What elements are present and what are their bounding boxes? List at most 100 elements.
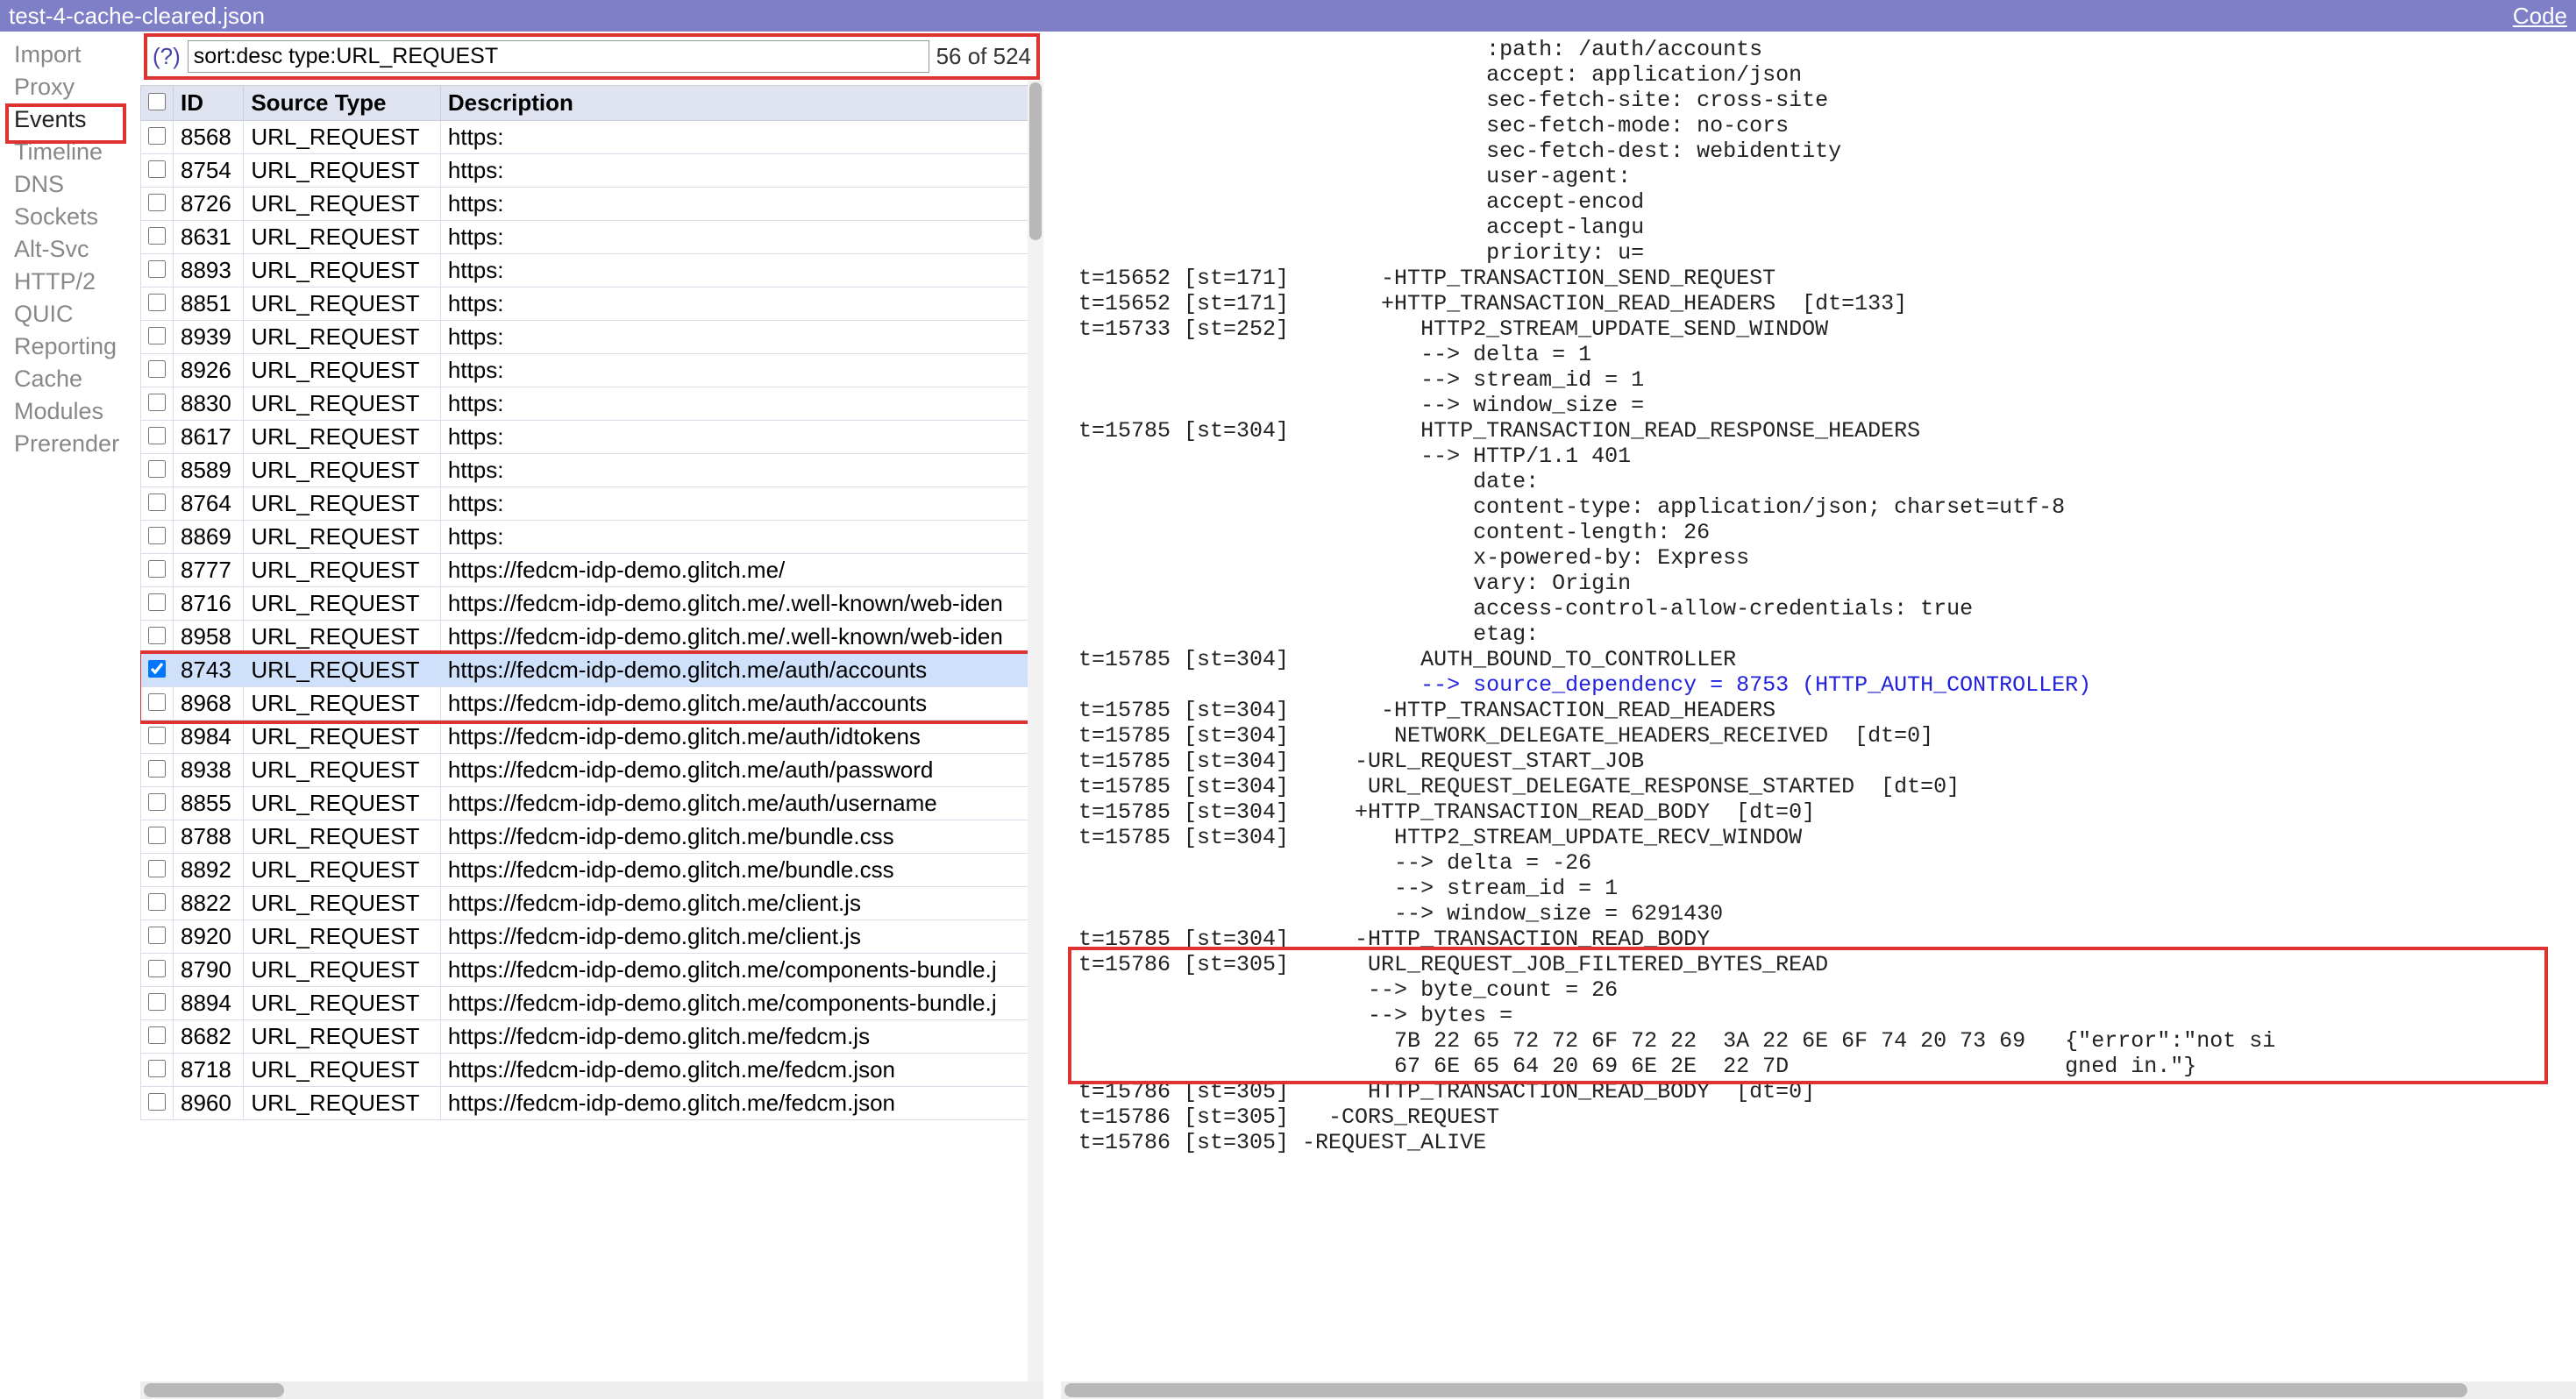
row-checkbox[interactable] [148, 927, 166, 944]
events-hscroll[interactable] [140, 1381, 1043, 1399]
row-checkbox[interactable] [148, 427, 166, 444]
sidebar-item-altsvc[interactable]: Alt-Svc [12, 233, 137, 266]
select-all-checkbox[interactable] [148, 93, 166, 110]
row-desc: https: [440, 254, 1042, 288]
filter-input[interactable] [188, 40, 929, 73]
table-row[interactable]: 8984URL_REQUESThttps://fedcm-idp-demo.gl… [141, 721, 1043, 754]
events-vscroll[interactable] [1028, 81, 1043, 1381]
table-row[interactable]: 8968URL_REQUESThttps://fedcm-idp-demo.gl… [141, 687, 1043, 721]
table-row[interactable]: 8777URL_REQUESThttps://fedcm-idp-demo.gl… [141, 554, 1043, 587]
code-link[interactable]: Code [2513, 3, 2567, 30]
sidebar-item-timeline[interactable]: Timeline [12, 136, 137, 168]
row-checkbox[interactable] [148, 893, 166, 911]
row-type: URL_REQUEST [244, 421, 441, 454]
log-hscroll[interactable] [1061, 1381, 2576, 1399]
table-row[interactable]: 8718URL_REQUESThttps://fedcm-idp-demo.gl… [141, 1054, 1043, 1087]
log-line: 67 6E 65 64 20 69 6E 2E 22 7D gned in."} [1078, 1054, 2567, 1079]
sidebar-item-prerender[interactable]: Prerender [12, 428, 137, 460]
table-row[interactable]: 8869URL_REQUESThttps: [141, 521, 1043, 554]
table-row[interactable]: 8855URL_REQUESThttps://fedcm-idp-demo.gl… [141, 787, 1043, 820]
sidebar-item-proxy[interactable]: Proxy [12, 71, 137, 103]
table-row[interactable]: 8743URL_REQUESThttps://fedcm-idp-demo.gl… [141, 654, 1043, 687]
filter-help-link[interactable]: (?) [153, 43, 181, 70]
sidebar-item-dns[interactable]: DNS [12, 168, 137, 201]
table-row[interactable]: 8682URL_REQUESThttps://fedcm-idp-demo.gl… [141, 1020, 1043, 1054]
sidebar-item-sockets[interactable]: Sockets [12, 201, 137, 233]
row-checkbox[interactable] [148, 127, 166, 145]
table-row[interactable]: 8617URL_REQUESThttps: [141, 421, 1043, 454]
row-checkbox[interactable] [148, 993, 166, 1011]
table-row[interactable]: 8938URL_REQUESThttps://fedcm-idp-demo.gl… [141, 754, 1043, 787]
row-checkbox[interactable] [148, 327, 166, 344]
row-checkbox[interactable] [148, 360, 166, 378]
table-row[interactable]: 8939URL_REQUESThttps: [141, 321, 1043, 354]
sidebar-item-http2[interactable]: HTTP/2 [12, 266, 137, 298]
sidebar-item-quic[interactable]: QUIC [12, 298, 137, 330]
table-row[interactable]: 8790URL_REQUESThttps://fedcm-idp-demo.gl… [141, 954, 1043, 987]
table-row[interactable]: 8754URL_REQUESThttps: [141, 154, 1043, 188]
row-checkbox[interactable] [148, 1026, 166, 1044]
table-row[interactable]: 8958URL_REQUESThttps://fedcm-idp-demo.gl… [141, 621, 1043, 654]
table-row[interactable]: 8764URL_REQUESThttps: [141, 487, 1043, 521]
table-row[interactable]: 8726URL_REQUESThttps: [141, 188, 1043, 221]
sidebar-item-modules[interactable]: Modules [12, 395, 137, 428]
row-checkbox[interactable] [148, 494, 166, 511]
row-type: URL_REQUEST [244, 920, 441, 954]
row-checkbox[interactable] [148, 660, 166, 678]
table-row[interactable]: 8716URL_REQUESThttps://fedcm-idp-demo.gl… [141, 587, 1043, 621]
table-row[interactable]: 8893URL_REQUESThttps: [141, 254, 1043, 288]
table-row[interactable]: 8851URL_REQUESThttps: [141, 288, 1043, 321]
row-checkbox[interactable] [148, 960, 166, 977]
row-checkbox[interactable] [148, 194, 166, 211]
log-line: t=15785 [st=304] NETWORK_DELEGATE_HEADER… [1078, 723, 2567, 749]
row-checkbox[interactable] [148, 560, 166, 578]
row-desc: https://fedcm-idp-demo.glitch.me/compone… [440, 987, 1042, 1020]
row-type: URL_REQUEST [244, 987, 441, 1020]
row-checkbox[interactable] [148, 160, 166, 178]
row-type: URL_REQUEST [244, 487, 441, 521]
log-line: --> delta = 1 [1078, 342, 2567, 367]
row-checkbox[interactable] [148, 260, 166, 278]
row-checkbox[interactable] [148, 727, 166, 744]
row-checkbox[interactable] [148, 460, 166, 478]
row-checkbox[interactable] [148, 227, 166, 245]
row-checkbox[interactable] [148, 1093, 166, 1111]
title-bar: test-4-cache-cleared.json Code [0, 0, 2576, 32]
col-header[interactable]: ID [174, 86, 244, 121]
log-line: t=15785 [st=304] -URL_REQUEST_START_JOB [1078, 749, 2567, 774]
row-id: 8830 [174, 387, 244, 421]
table-row[interactable]: 8926URL_REQUESThttps: [141, 354, 1043, 387]
col-header[interactable]: Source Type [244, 86, 441, 121]
table-row[interactable]: 8822URL_REQUESThttps://fedcm-idp-demo.gl… [141, 887, 1043, 920]
table-row[interactable]: 8631URL_REQUESThttps: [141, 221, 1043, 254]
row-checkbox[interactable] [148, 827, 166, 844]
sidebar-item-cache[interactable]: Cache [12, 363, 137, 395]
row-type: URL_REQUEST [244, 721, 441, 754]
table-row[interactable]: 8568URL_REQUESThttps: [141, 121, 1043, 154]
table-row[interactable]: 8830URL_REQUESThttps: [141, 387, 1043, 421]
row-checkbox[interactable] [148, 1060, 166, 1077]
table-row[interactable]: 8892URL_REQUESThttps://fedcm-idp-demo.gl… [141, 854, 1043, 887]
log-source-dependency[interactable]: --> source_dependency = 8753 (HTTP_AUTH_… [1078, 672, 2567, 698]
events-table-scroll[interactable]: IDSource TypeDescription 8568URL_REQUEST… [140, 85, 1043, 1399]
table-row[interactable]: 8894URL_REQUESThttps://fedcm-idp-demo.gl… [141, 987, 1043, 1020]
row-checkbox[interactable] [148, 394, 166, 411]
col-header[interactable] [141, 86, 174, 121]
row-checkbox[interactable] [148, 593, 166, 611]
sidebar-item-import[interactable]: Import [12, 39, 137, 71]
row-checkbox[interactable] [148, 627, 166, 644]
table-row[interactable]: 8788URL_REQUESThttps://fedcm-idp-demo.gl… [141, 820, 1043, 854]
table-row[interactable]: 8589URL_REQUESThttps: [141, 454, 1043, 487]
sidebar-item-reporting[interactable]: Reporting [12, 330, 137, 363]
log-panel[interactable]: :path: /auth/accounts accept: applicatio… [1043, 32, 2576, 1399]
row-checkbox[interactable] [148, 294, 166, 311]
row-checkbox[interactable] [148, 693, 166, 711]
table-row[interactable]: 8920URL_REQUESThttps://fedcm-idp-demo.gl… [141, 920, 1043, 954]
table-row[interactable]: 8960URL_REQUESThttps://fedcm-idp-demo.gl… [141, 1087, 1043, 1120]
row-checkbox[interactable] [148, 527, 166, 544]
row-checkbox[interactable] [148, 793, 166, 811]
row-checkbox[interactable] [148, 760, 166, 778]
col-header[interactable]: Description [440, 86, 1042, 121]
sidebar-item-events[interactable]: Events [12, 103, 137, 136]
row-checkbox[interactable] [148, 860, 166, 877]
